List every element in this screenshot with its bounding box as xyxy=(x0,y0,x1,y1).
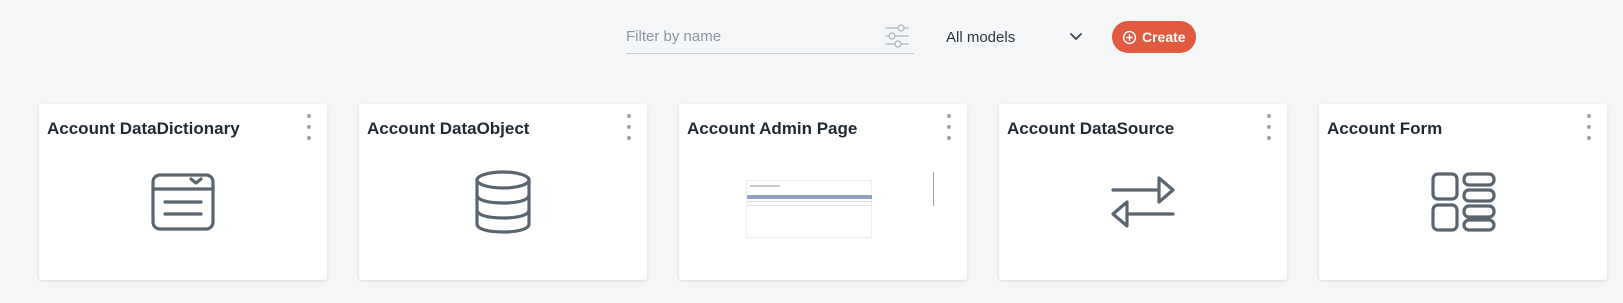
create-button[interactable]: Create xyxy=(1112,21,1196,53)
plus-circle-icon xyxy=(1122,30,1137,44)
toolbar: All models Create xyxy=(626,20,1196,54)
card-grid: Account DataDictionary Account DataObjec… xyxy=(39,104,1607,280)
card-title: Account DataSource xyxy=(1007,119,1175,138)
form-layout-icon xyxy=(1431,172,1496,232)
chevron-down-icon xyxy=(1070,33,1082,40)
data-dictionary-icon xyxy=(151,173,215,231)
card-title: Account DataObject xyxy=(367,119,530,138)
card-title: Account Form xyxy=(1327,119,1443,138)
card-form[interactable]: Account Form xyxy=(1319,104,1607,280)
card-title: Account DataDictionary xyxy=(47,119,240,138)
filter-field xyxy=(626,20,914,54)
tune-icon[interactable] xyxy=(884,23,910,49)
page-thumbnail xyxy=(746,180,872,238)
thumbnail-divider xyxy=(933,172,934,206)
model-select[interactable]: All models xyxy=(946,20,1086,54)
card-admin-page[interactable]: Account Admin Page xyxy=(679,104,967,280)
filter-input[interactable] xyxy=(626,21,866,52)
card-data-dictionary[interactable]: Account DataDictionary xyxy=(39,104,327,280)
card-data-object[interactable]: Account DataObject xyxy=(359,104,647,280)
more-options-icon[interactable] xyxy=(1583,114,1595,140)
create-button-label: Create xyxy=(1142,29,1186,45)
card-data-source[interactable]: Account DataSource xyxy=(999,104,1287,280)
model-select-value: All models xyxy=(946,28,1016,46)
database-icon xyxy=(475,170,531,234)
more-options-icon[interactable] xyxy=(303,114,315,140)
card-title: Account Admin Page xyxy=(687,119,858,138)
more-options-icon[interactable] xyxy=(943,114,955,140)
more-options-icon[interactable] xyxy=(623,114,635,140)
transfer-arrows-icon xyxy=(1111,176,1175,228)
more-options-icon[interactable] xyxy=(1263,114,1275,140)
